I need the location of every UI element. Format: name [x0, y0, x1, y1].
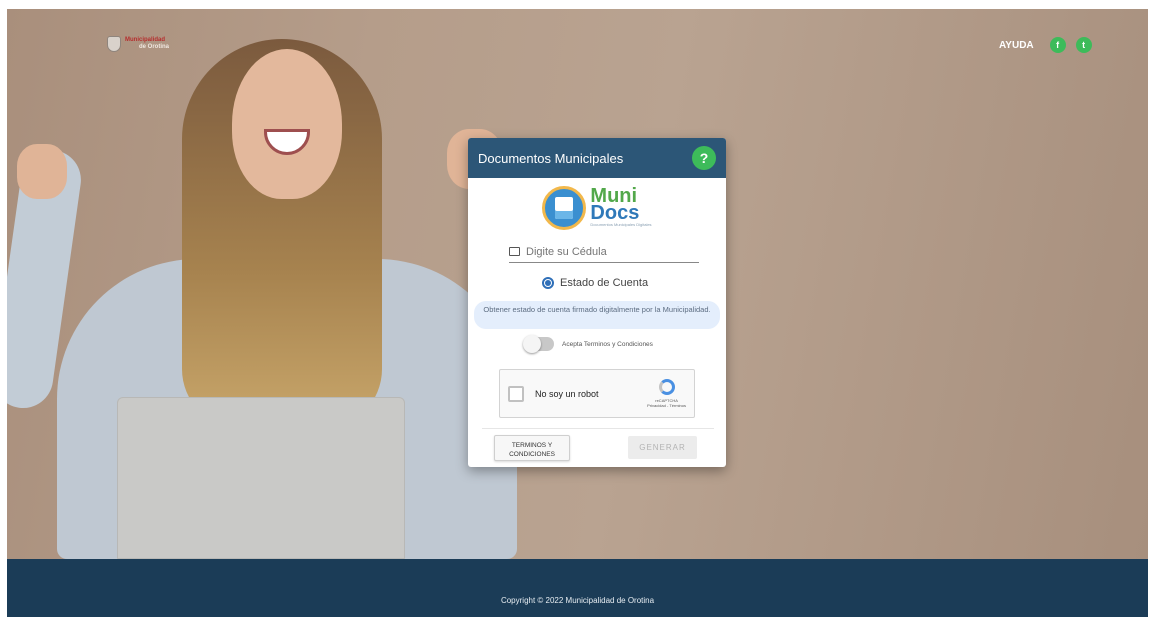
facebook-icon[interactable]: f [1049, 37, 1066, 53]
wordmark-line2: Docs [590, 202, 640, 224]
recaptcha-label: No soy un robot [535, 388, 599, 399]
wordmark-tagline: Documentos Municipales Digitales [590, 222, 652, 227]
generate-button[interactable]: GENERAR [628, 436, 697, 459]
footer: Copyright © 2022 Municipalidad de Orotin… [7, 559, 1148, 617]
card-divider [482, 428, 714, 429]
terms-toggle[interactable] [523, 335, 554, 353]
municipal-crest-icon [107, 36, 121, 52]
terms-toggle-label: Acepta Terminos y Condiciones [562, 340, 653, 348]
hero-person-face [232, 49, 342, 199]
radio-label: Estado de Cuenta [560, 277, 649, 289]
page-frame: Municipalidad de Orotina AYUDA f t Docum… [7, 9, 1148, 617]
radio-button[interactable] [542, 277, 554, 289]
logo-subname: de Orotina [139, 44, 170, 50]
id-card-icon [509, 247, 520, 256]
site-logo[interactable]: Municipalidad de Orotina [107, 36, 169, 52]
recaptcha-brand: reCAPTCHA Privacidad - Términos [647, 379, 686, 408]
copyright-text: Copyright © 2022 Municipalidad de Orotin… [500, 596, 655, 605]
toggle-knob [523, 335, 541, 353]
estado-cuenta-option[interactable]: Estado de Cuenta [542, 277, 648, 289]
hero-person-fist-left [17, 144, 67, 199]
cedula-input[interactable] [526, 245, 686, 258]
recaptcha-icon [658, 379, 675, 395]
cedula-field [509, 241, 699, 263]
terms-toggle-row: Acepta Terminos y Condiciones [523, 335, 653, 353]
twitter-icon[interactable]: t [1075, 37, 1092, 53]
recaptcha-widget: No soy un robot reCAPTCHA Privacidad - T… [499, 369, 695, 418]
document-icon [542, 186, 587, 230]
radio-selected-dot [545, 280, 551, 286]
card-header: Documentos Municipales ? [468, 138, 726, 178]
card-title: Documentos Municipales [478, 150, 624, 166]
terms-button[interactable]: TERMINOS Y CONDICIONES [494, 435, 570, 461]
document-card: Documentos Municipales ? Muni Docs Docum… [468, 138, 726, 467]
help-link[interactable]: AYUDA [999, 40, 1034, 51]
info-message: Obtener estado de cuenta firmado digital… [474, 301, 720, 329]
help-question-icon[interactable]: ? [692, 146, 716, 170]
recaptcha-checkbox[interactable] [508, 385, 524, 402]
hero-laptop [117, 397, 405, 559]
hero-background: Municipalidad de Orotina AYUDA f t Docum… [7, 9, 1148, 559]
munidocs-wordmark: Muni Docs Documentos Municipales Digital… [590, 186, 652, 228]
logo-name: Municipalidad [125, 37, 166, 43]
munidocs-logo: Muni Docs Documentos Municipales Digital… [468, 186, 726, 230]
recaptcha-links[interactable]: Privacidad - Términos [647, 403, 686, 408]
logo-text: Municipalidad de Orotina [125, 37, 169, 51]
top-nav: AYUDA f t [999, 37, 1092, 53]
